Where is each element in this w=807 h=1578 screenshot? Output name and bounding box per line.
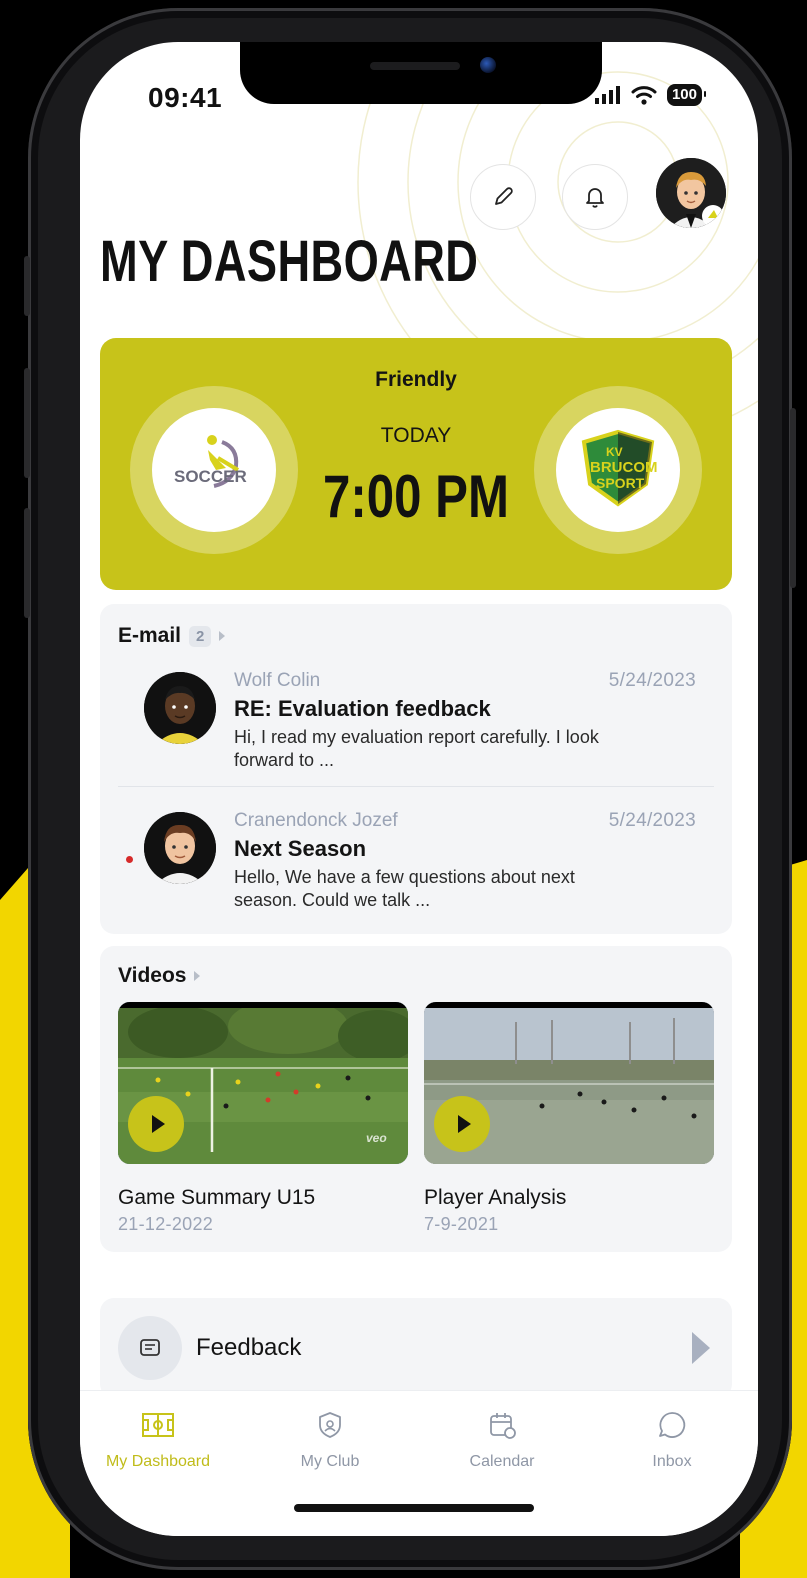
speaker-grille	[370, 62, 460, 70]
battery-indicator: 100	[666, 84, 707, 106]
play-icon[interactable]	[128, 1096, 184, 1152]
email-preview: Hi, I read my evaluation report carefull…	[234, 727, 599, 770]
home-indicator[interactable]	[294, 1504, 534, 1512]
video-item[interactable]: veo Game Summary U15 21-12-2022	[118, 1002, 408, 1235]
away-team-prefix: KV	[606, 445, 623, 459]
videos-section-title: Videos	[118, 964, 187, 987]
tab-label: Calendar	[469, 1453, 535, 1470]
tab-calendar[interactable]: Calendar	[432, 1407, 572, 1471]
notch	[240, 42, 602, 104]
email-item[interactable]: Wolf Colin 5/24/2023 RE: Evaluation feed…	[100, 670, 732, 810]
edit-button[interactable]	[470, 164, 536, 230]
tab-my-dashboard[interactable]: My Dashboard	[88, 1407, 228, 1471]
mute-switch	[24, 256, 30, 316]
upcoming-match-card[interactable]: SOCCER Friendly TODAY 7:00 PM KV BRUCOM …	[100, 338, 732, 590]
tab-label: My Club	[300, 1453, 360, 1470]
email-sender: Cranendonck Jozef	[234, 810, 398, 831]
email-divider	[118, 786, 714, 787]
volume-down-button	[24, 508, 30, 618]
status-indicators: 100	[594, 84, 707, 106]
signal-icon	[594, 86, 620, 104]
pencil-icon	[495, 187, 513, 205]
video-title: Player Analysis	[424, 1186, 567, 1209]
tab-label: Inbox	[652, 1453, 692, 1470]
email-item[interactable]: Cranendonck Jozef 5/24/2023 Next Season …	[100, 810, 732, 950]
feedback-row[interactable]: Feedback	[100, 1298, 732, 1398]
bottom-tab-bar: My Dashboard My Club Calendar Inbox	[80, 1390, 758, 1536]
chevron-right-icon	[692, 1332, 710, 1364]
bell-icon	[586, 188, 604, 208]
away-team-suffix: SPORT	[596, 475, 645, 491]
email-section-title: E-mail	[118, 624, 182, 647]
message-square-icon	[140, 1339, 160, 1356]
away-team-logo: KV BRUCOM SPORT	[556, 408, 680, 532]
videos-section: Videos veo Game Summary U15 21-12-2022 P…	[100, 946, 732, 1252]
profile-avatar[interactable]	[656, 158, 726, 228]
videos-section-header[interactable]: Videos	[118, 964, 201, 988]
video-date: 7-9-2021	[424, 1214, 499, 1234]
feedback-label: Feedback	[196, 1334, 302, 1361]
chevron-right-icon	[194, 971, 201, 981]
video-thumbnail[interactable]	[424, 1002, 714, 1164]
sender-avatar-image	[144, 812, 216, 884]
play-icon[interactable]	[434, 1096, 490, 1152]
email-preview: Hello, We have a few questions about nex…	[234, 867, 575, 910]
email-section: E-mail 2 Wolf Colin 5/24/2023 RE: Evalua…	[100, 604, 732, 934]
email-subject: RE: Evaluation feedback	[234, 696, 491, 721]
away-team-name: BRUCOM	[590, 459, 658, 476]
sender-avatar	[144, 672, 216, 744]
app-screen: 09:41 100 MY DASHBOARD SOCCER Friendly T…	[80, 42, 758, 1536]
profile-avatar-image	[656, 158, 726, 228]
front-camera	[480, 57, 496, 73]
away-team-crest: KV BRUCOM SPORT	[581, 429, 658, 507]
video-item[interactable]: Player Analysis 7-9-2021	[424, 1002, 714, 1235]
feedback-icon-badge	[118, 1316, 182, 1380]
video-thumbnail[interactable]: veo	[118, 1002, 408, 1164]
email-sender: Wolf Colin	[234, 670, 321, 691]
tab-my-club[interactable]: My Club	[260, 1407, 400, 1471]
chevron-right-icon	[219, 631, 226, 641]
tab-inbox[interactable]: Inbox	[602, 1407, 742, 1471]
sender-avatar-image	[144, 672, 216, 744]
calendar-icon	[490, 1413, 516, 1439]
email-subject: Next Season	[234, 836, 367, 861]
away-team-badge: KV BRUCOM SPORT	[534, 386, 702, 554]
chat-bubble-icon	[659, 1412, 686, 1438]
tab-label: My Dashboard	[105, 1453, 211, 1470]
power-button	[790, 408, 796, 588]
page-title: MY DASHBOARD	[100, 229, 479, 294]
email-date: 5/24/2023	[608, 810, 696, 831]
sender-avatar	[144, 812, 216, 884]
unread-indicator	[126, 856, 133, 863]
email-section-header[interactable]: E-mail 2	[118, 624, 226, 648]
email-count-badge: 2	[189, 625, 212, 647]
field-icon	[142, 1413, 174, 1437]
wifi-icon	[631, 86, 657, 105]
video-watermark: veo	[366, 1131, 387, 1145]
email-date: 5/24/2023	[608, 670, 696, 691]
notifications-button[interactable]	[562, 164, 628, 230]
volume-up-button	[24, 368, 30, 478]
status-time: 09:41	[148, 82, 223, 113]
video-title: Game Summary U15	[118, 1186, 316, 1209]
club-shield-icon	[319, 1412, 341, 1438]
video-date: 21-12-2022	[118, 1214, 214, 1234]
